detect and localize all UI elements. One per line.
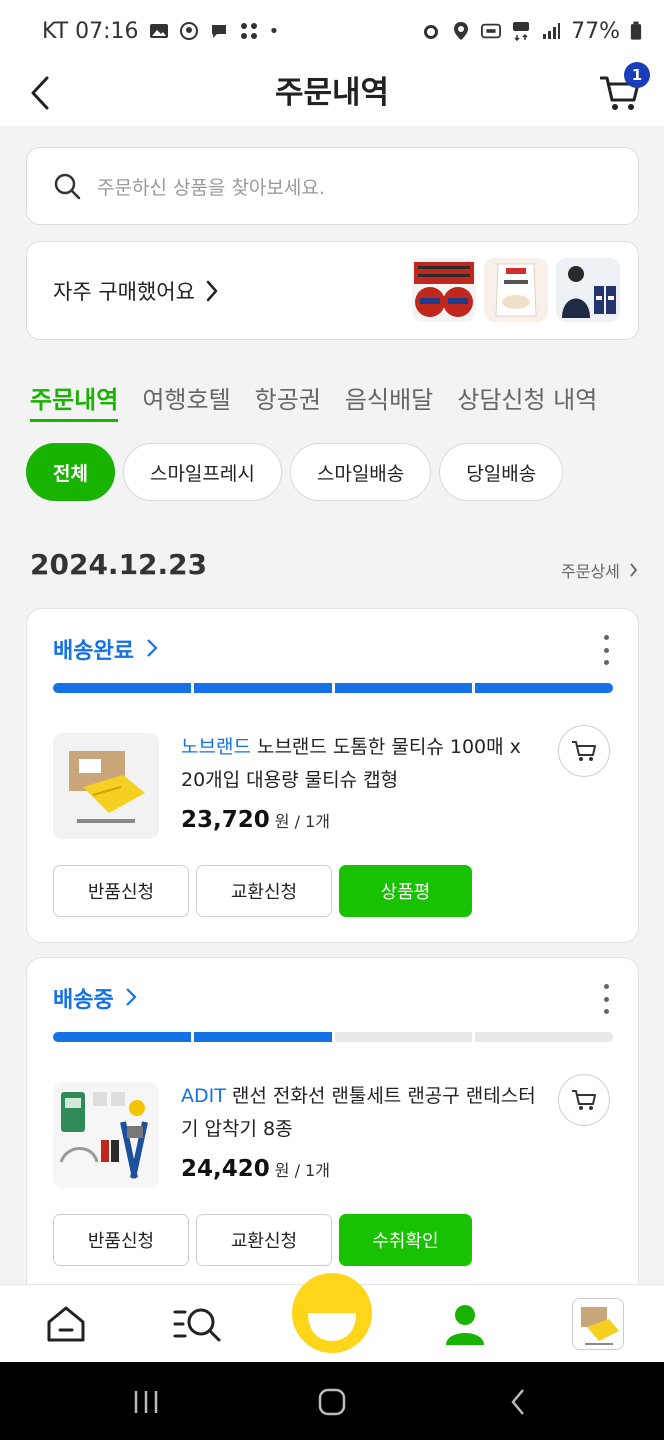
more-options-button[interactable] <box>596 635 616 665</box>
order-item-card: 배송완료 노브랜드 노브랜드 도톰한 물티슈 100매 x 20개입 대용량 물… <box>26 608 639 943</box>
search-icon <box>54 173 81 200</box>
more-notifications-dot: • <box>268 20 280 42</box>
product-brand: 노브랜드 <box>181 736 251 758</box>
product-title[interactable]: 노브랜드 노브랜드 도톰한 물티슈 100매 x 20개입 대용량 물티슈 캡형 <box>181 731 541 797</box>
nav-smile-button[interactable] <box>292 1273 372 1353</box>
nav-home[interactable] <box>26 1285 106 1363</box>
tab-consultation[interactable]: 상담신청 내역 <box>457 380 597 422</box>
tab-food-delivery[interactable]: 음식배달 <box>345 380 433 422</box>
cart-button[interactable]: 1 <box>600 62 650 114</box>
category-search-icon <box>173 1308 221 1342</box>
exchange-request-button[interactable]: 교환신청 <box>196 865 332 917</box>
product-unit: 원 / 1개 <box>274 1161 330 1180</box>
product-name: 랜선 전화선 랜툴세트 랜공구 랜테스터기 압착기 8종 <box>181 1085 536 1140</box>
delivery-status-label: 배송중 <box>53 988 114 1013</box>
oatmeal-product-thumbnail <box>484 258 548 322</box>
order-detail-label: 주문상세 <box>561 562 620 581</box>
home-icon <box>47 1306 85 1342</box>
order-search-input[interactable]: 주문하신 상품을 찾아보세요. <box>26 147 639 225</box>
recent-apps-button[interactable] <box>116 1382 176 1422</box>
filter-chip-same-day[interactable]: 당일배송 <box>439 443 564 501</box>
product-brand: ADIT <box>181 1085 226 1107</box>
order-item-card: 배송중 ADIT 랜선 전화선 랜툴세트 랜공구 랜테스터기 압착기 8종 24… <box>26 957 639 1317</box>
frequently-purchased-label: 자주 구매했어요 <box>53 279 195 304</box>
app-grid-icon <box>240 23 257 39</box>
filter-chip-smile-delivery[interactable]: 스마일배송 <box>289 443 432 501</box>
product-image[interactable] <box>53 1082 159 1188</box>
battery-icon <box>630 21 642 40</box>
search-placeholder: 주문하신 상품을 찾아보세요. <box>97 176 325 199</box>
home-system-button[interactable] <box>302 1382 362 1422</box>
frequently-purchased-banner[interactable]: 자주 구매했어요 <box>26 241 639 340</box>
chevron-right-icon <box>146 639 158 657</box>
chevron-right-icon <box>630 563 638 577</box>
product-title[interactable]: ADIT 랜선 전화선 랜툴세트 랜공구 랜테스터기 압착기 8종 <box>181 1080 541 1146</box>
delivery-status-link[interactable]: 배송중 <box>53 982 137 1014</box>
location-icon <box>454 22 469 40</box>
add-to-cart-button[interactable] <box>558 725 610 777</box>
nav-category-search[interactable] <box>158 1285 238 1363</box>
signal-bars-icon <box>543 23 561 39</box>
write-review-button[interactable]: 상품평 <box>339 865 472 917</box>
filter-chip-all[interactable]: 전체 <box>26 443 115 501</box>
page-title: 주문내역 <box>274 75 390 111</box>
5g-signal-icon <box>513 22 530 41</box>
product-price-row: 24,420 원 / 1개 <box>181 1156 330 1182</box>
product-price: 24,420 <box>181 1156 270 1182</box>
chat-icon <box>211 25 226 38</box>
filter-chip-smile-fresh[interactable]: 스마일프레시 <box>122 443 282 501</box>
product-price: 23,720 <box>181 807 270 833</box>
product-image[interactable] <box>53 733 159 839</box>
gallery-icon <box>149 24 168 38</box>
user-icon <box>446 1305 484 1345</box>
return-request-button[interactable]: 반품신청 <box>53 1214 189 1266</box>
order-actions: 반품신청 교환신청 수취확인 <box>53 1214 472 1266</box>
alarm-icon <box>424 25 439 39</box>
back-system-button[interactable] <box>488 1382 548 1422</box>
back-arrow-icon <box>511 1389 524 1415</box>
category-tabs: 주문내역 여행호텔 항공권 음식배달 상담신청 내역 <box>30 380 597 422</box>
cart-icon <box>572 741 596 761</box>
product-price-row: 23,720 원 / 1개 <box>181 807 330 833</box>
chevron-right-icon <box>126 988 137 1006</box>
tab-flights[interactable]: 항공권 <box>255 380 321 422</box>
delivery-filter-chips: 전체 스마일프레시 스마일배송 당일배송 <box>26 443 564 501</box>
tab-orders[interactable]: 주문내역 <box>30 380 119 422</box>
return-request-button[interactable]: 반품신청 <box>53 865 189 917</box>
bottom-navigation <box>0 1273 664 1363</box>
exchange-request-button[interactable]: 교환신청 <box>196 1214 332 1266</box>
product-unit: 원 / 1개 <box>274 812 330 831</box>
smile-face-icon <box>308 1313 356 1341</box>
status-bar: KT 07:16 • 77% <box>0 0 664 62</box>
more-options-button[interactable] <box>596 984 616 1014</box>
confirm-receipt-button[interactable]: 수취확인 <box>339 1214 472 1266</box>
tab-travel-hotel[interactable]: 여행호텔 <box>142 380 230 422</box>
location-app-icon <box>179 22 198 40</box>
add-to-cart-button[interactable] <box>558 1074 610 1126</box>
delivery-status-label: 배송완료 <box>53 639 134 664</box>
cart-icon <box>572 1090 596 1110</box>
recent-apps-icon <box>134 1391 158 1413</box>
recent-item-thumbnail <box>572 1298 624 1350</box>
delivery-progress-bar <box>53 1032 613 1042</box>
carrier-time: KT 07:16 <box>42 18 139 44</box>
app-header: 주문내역 1 <box>0 62 664 126</box>
home-circle-icon <box>318 1388 346 1416</box>
battery-percent: 77% <box>571 18 620 44</box>
order-actions: 반품신청 교환신청 상품평 <box>53 865 472 917</box>
order-detail-link[interactable]: 주문상세 <box>561 558 638 582</box>
supplement-product-thumbnail <box>556 258 620 322</box>
delivery-progress-bar <box>53 683 613 693</box>
order-date: 2024.12.23 <box>30 548 208 581</box>
cart-count-badge: 1 <box>624 62 650 88</box>
nav-my-page[interactable] <box>425 1285 505 1363</box>
delivery-status-link[interactable]: 배송완료 <box>53 633 158 665</box>
hd-voice-icon <box>481 23 502 39</box>
system-navigation-bar <box>0 1362 664 1440</box>
ramen-product-thumbnail <box>412 258 476 322</box>
nav-recent-items[interactable] <box>558 1285 638 1363</box>
chevron-right-icon <box>206 280 218 301</box>
